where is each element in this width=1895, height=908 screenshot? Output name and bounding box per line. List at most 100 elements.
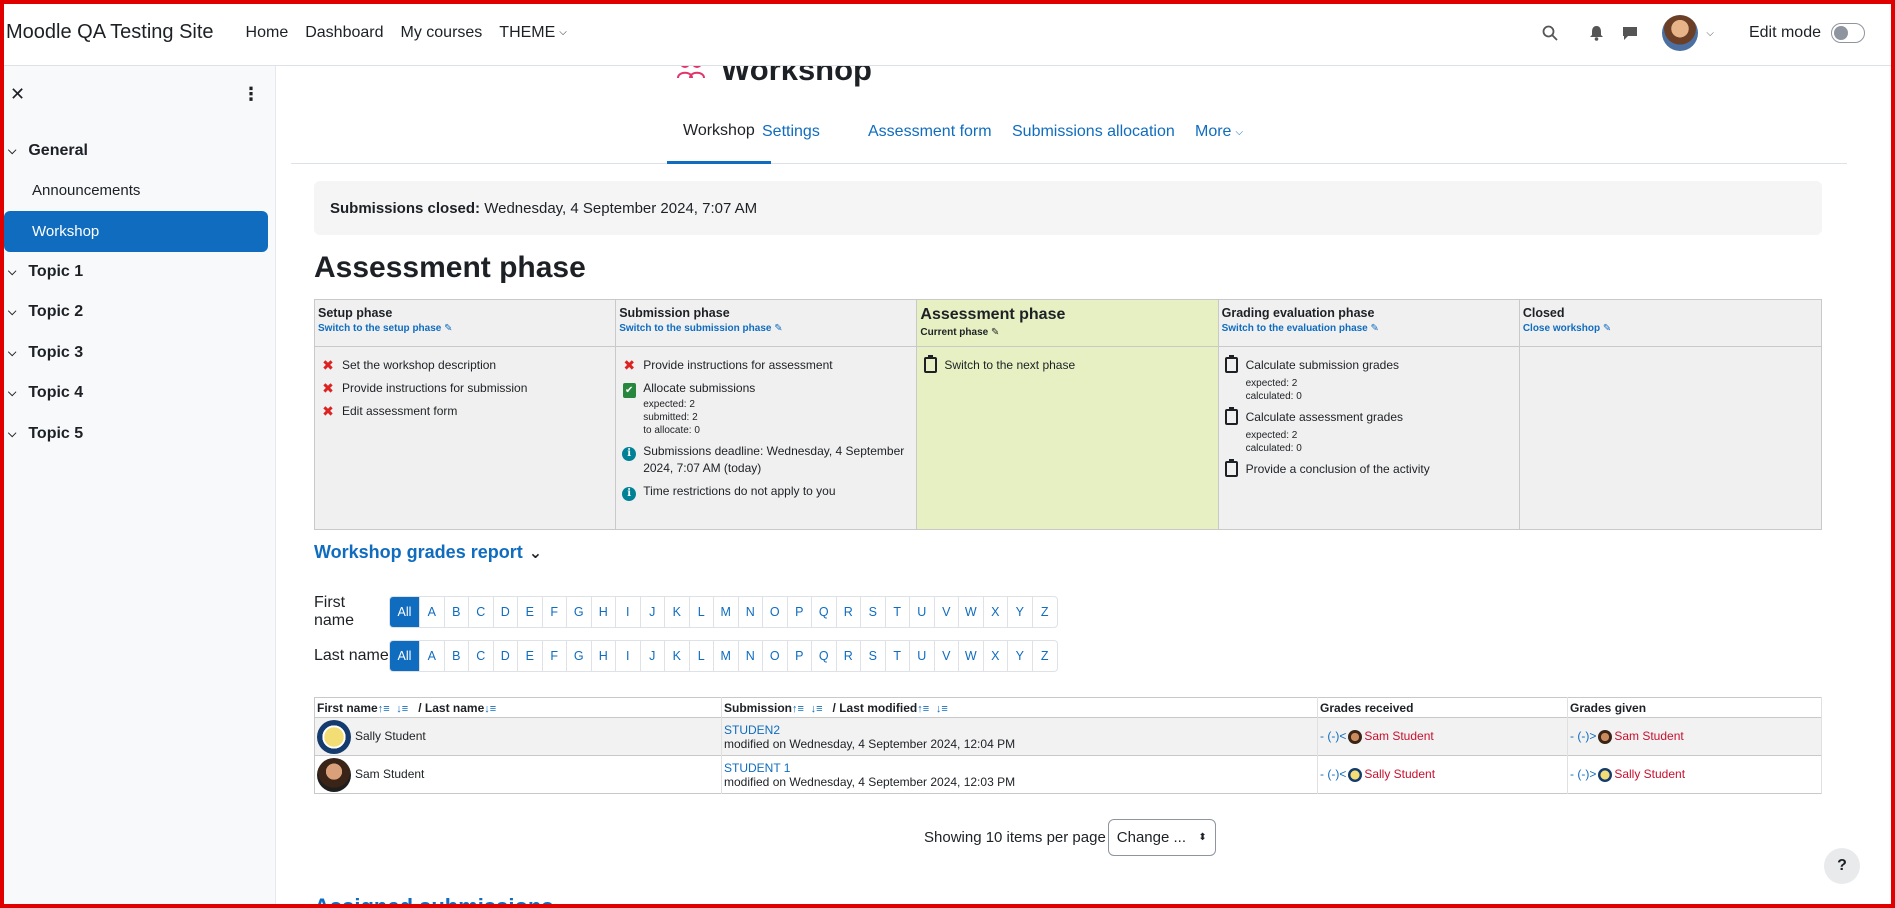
initial-j[interactable]: J — [641, 597, 665, 627]
initial-l[interactable]: L — [690, 597, 714, 627]
close-drawer-icon[interactable]: ✕ — [10, 84, 25, 105]
initial-r[interactable]: R — [837, 641, 861, 671]
initial-b[interactable]: B — [445, 641, 469, 671]
reviewee-name[interactable]: Sally Student — [1614, 767, 1685, 781]
initial-all[interactable]: All — [390, 597, 420, 627]
initial-e[interactable]: E — [518, 597, 543, 627]
initial-u[interactable]: U — [910, 597, 935, 627]
switch-phase-link[interactable]: Close workshop ✎ — [1523, 323, 1818, 334]
switch-phase-link[interactable]: Switch to the evaluation phase ✎ — [1222, 323, 1516, 334]
sort-desc-icon[interactable]: ↓≡ — [936, 703, 948, 715]
drawer-menu-icon[interactable]: ⋮ — [242, 84, 260, 105]
initial-w[interactable]: W — [959, 597, 984, 627]
initial-c[interactable]: C — [469, 641, 494, 671]
initial-a[interactable]: A — [420, 597, 445, 627]
switch-phase-link[interactable]: Switch to the setup phase ✎ — [318, 323, 612, 334]
initial-r[interactable]: R — [837, 597, 861, 627]
submission-link[interactable]: STUDENT 1 — [724, 761, 1315, 775]
nav-theme[interactable]: THEME ⌵ — [499, 24, 567, 42]
initial-f[interactable]: F — [543, 597, 567, 627]
initial-m[interactable]: M — [714, 597, 739, 627]
grade-link[interactable]: - (-)> — [1570, 767, 1596, 781]
initial-all[interactable]: All — [390, 641, 420, 671]
site-name[interactable]: Moodle QA Testing Site — [6, 21, 214, 44]
sort-asc-icon[interactable]: ↑≡ — [378, 703, 390, 715]
user-menu-chevron-icon[interactable]: ⌵ — [1706, 28, 1714, 39]
initial-y[interactable]: Y — [1008, 641, 1033, 671]
initial-v[interactable]: V — [935, 597, 959, 627]
initial-w[interactable]: W — [959, 641, 984, 671]
tab-submissions-allocation[interactable]: Submissions allocation — [1012, 100, 1175, 164]
initial-q[interactable]: Q — [812, 597, 837, 627]
initial-k[interactable]: K — [665, 641, 690, 671]
submission-link[interactable]: STUDEN2 — [724, 723, 1315, 737]
tab-workshop[interactable]: Workshop — [667, 100, 771, 164]
initial-o[interactable]: O — [763, 597, 788, 627]
initial-z[interactable]: Z — [1033, 597, 1058, 627]
initial-l[interactable]: L — [690, 641, 714, 671]
col-first-name[interactable]: First name — [317, 701, 378, 715]
initial-d[interactable]: D — [494, 597, 518, 627]
grade-link[interactable]: - (-)> — [1570, 729, 1596, 743]
section-topic-1[interactable]: ⌵ Topic 1 — [8, 263, 83, 281]
avatar[interactable] — [317, 757, 351, 792]
tab-settings[interactable]: Settings — [762, 100, 820, 164]
reviewee-name[interactable]: Sam Student — [1614, 729, 1683, 743]
col-last-name[interactable]: / Last name — [418, 701, 484, 715]
sort-desc-icon[interactable]: ↓≡ — [396, 703, 408, 715]
section-topic-4[interactable]: ⌵ Topic 4 — [8, 384, 83, 402]
initial-i[interactable]: I — [616, 641, 641, 671]
initial-e[interactable]: E — [518, 641, 543, 671]
initial-c[interactable]: C — [469, 597, 494, 627]
section-topic-5[interactable]: ⌵ Topic 5 — [8, 425, 83, 443]
initial-j[interactable]: J — [641, 641, 665, 671]
tab-assessment-form[interactable]: Assessment form — [868, 100, 992, 164]
sort-asc-icon[interactable]: ↑≡ — [792, 703, 804, 715]
participant-name[interactable]: Sam Student — [355, 767, 424, 781]
initial-o[interactable]: O — [763, 641, 788, 671]
user-avatar[interactable] — [1662, 15, 1699, 51]
sort-desc-icon[interactable]: ↓≡ — [811, 703, 823, 715]
initial-n[interactable]: N — [739, 597, 763, 627]
grade-link[interactable]: - (-)< — [1320, 767, 1346, 781]
tab-more[interactable]: More ⌵ — [1195, 100, 1243, 164]
reviewer-name[interactable]: Sally Student — [1364, 767, 1435, 781]
switch-phase-link[interactable]: Switch to the submission phase ✎ — [619, 323, 913, 334]
reviewer-name[interactable]: Sam Student — [1364, 729, 1433, 743]
initial-a[interactable]: A — [420, 641, 445, 671]
per-page-select[interactable]: Change ... ⬍ — [1107, 819, 1216, 856]
nav-my-courses[interactable]: My courses — [401, 24, 483, 42]
initial-h[interactable]: H — [592, 597, 616, 627]
initial-g[interactable]: G — [567, 641, 592, 671]
sidebar-item-workshop[interactable]: Workshop — [4, 211, 268, 252]
initial-s[interactable]: S — [861, 597, 886, 627]
sort-desc-icon[interactable]: ↓≡ — [484, 703, 496, 715]
section-topic-2[interactable]: ⌵ Topic 2 — [8, 303, 83, 321]
initial-g[interactable]: G — [567, 597, 592, 627]
initial-m[interactable]: M — [714, 641, 739, 671]
search-icon[interactable] — [1540, 23, 1560, 43]
initial-s[interactable]: S — [861, 641, 886, 671]
initial-q[interactable]: Q — [812, 641, 837, 671]
section-topic-3[interactable]: ⌵ Topic 3 — [8, 344, 83, 362]
sort-asc-icon[interactable]: ↑≡ — [917, 703, 929, 715]
bell-icon[interactable] — [1586, 23, 1606, 43]
chat-icon[interactable] — [1620, 23, 1640, 43]
col-last-modified[interactable]: / Last modified — [833, 701, 918, 715]
initial-d[interactable]: D — [494, 641, 518, 671]
initial-n[interactable]: N — [739, 641, 763, 671]
initial-y[interactable]: Y — [1008, 597, 1033, 627]
help-button[interactable]: ? — [1824, 848, 1860, 884]
initial-x[interactable]: X — [984, 641, 1008, 671]
initial-i[interactable]: I — [616, 597, 641, 627]
nav-home[interactable]: Home — [246, 24, 289, 42]
edit-mode-toggle[interactable] — [1831, 23, 1865, 43]
assigned-submissions-heading[interactable]: Assigned submissions — [314, 894, 554, 908]
initial-u[interactable]: U — [910, 641, 935, 671]
initial-t[interactable]: T — [886, 597, 910, 627]
initial-p[interactable]: P — [788, 641, 812, 671]
grades-report-toggle[interactable]: Workshop grades report ⌄ — [314, 542, 542, 563]
initial-t[interactable]: T — [886, 641, 910, 671]
initial-x[interactable]: X — [984, 597, 1008, 627]
initial-b[interactable]: B — [445, 597, 469, 627]
